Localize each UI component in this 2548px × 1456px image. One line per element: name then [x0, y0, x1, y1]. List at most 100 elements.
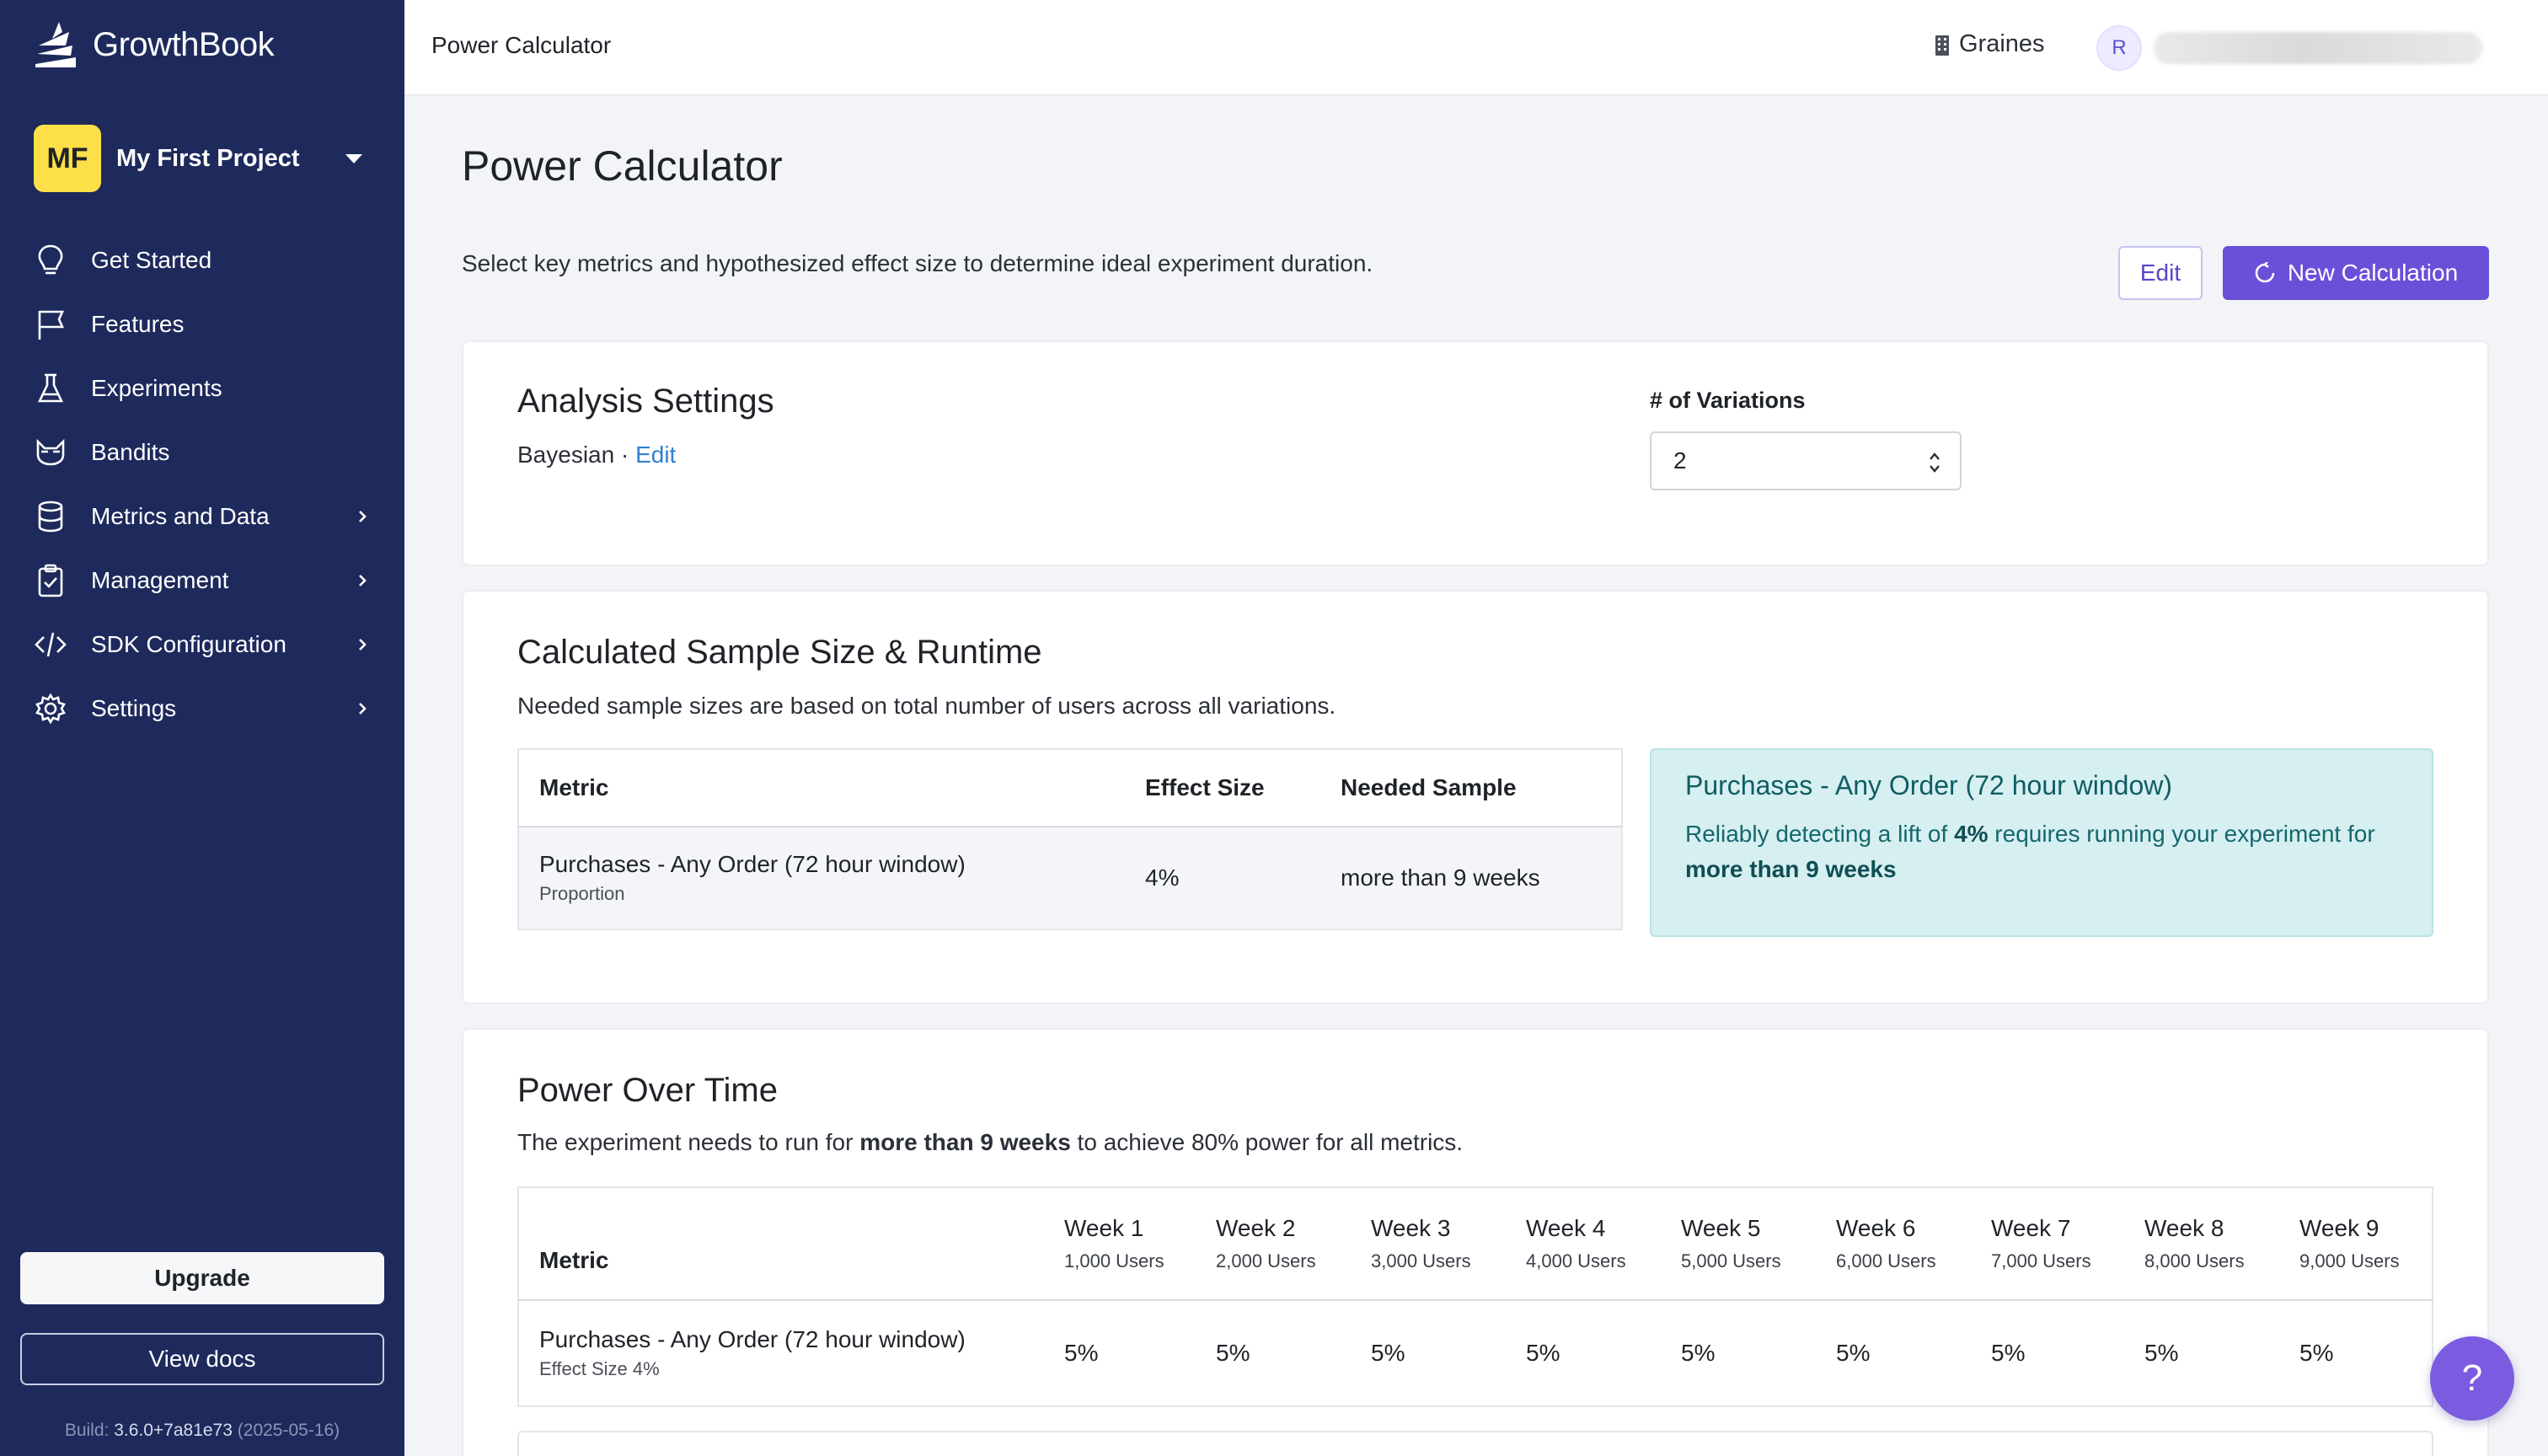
user-avatar[interactable]: R [2096, 25, 2142, 71]
view-docs-button[interactable]: View docs [20, 1333, 384, 1385]
analysis-edit-link[interactable]: Edit [635, 442, 676, 468]
callout-text-2: requires running your experiment for [1988, 821, 2375, 847]
sidebar-item-bandits[interactable]: Bandits [0, 420, 404, 484]
week-label: Week 9 [2299, 1215, 2379, 1241]
sidebar-item-label: Experiments [91, 375, 222, 401]
page-title: Power Calculator [462, 142, 783, 190]
growthbook-logo[interactable]: GrowthBook [34, 15, 275, 74]
sidebar-item-label: Metrics and Data [91, 503, 270, 529]
sample-size-table: Metric Effect Size Needed Sample Purchas… [517, 748, 1623, 930]
power-value-cell: 5% [1216, 1340, 1250, 1366]
power-value-cell: 5% [1681, 1340, 1716, 1366]
column-header-week-8: Week 8 8,000 Users [2144, 1187, 2299, 1301]
week-users: 9,000 Users [2299, 1250, 2400, 1271]
metric-name: Purchases - Any Order (72 hour window) [539, 1326, 966, 1352]
brand-name: GrowthBook [93, 25, 275, 63]
sidebar-item-features[interactable]: Features [0, 292, 404, 356]
sidebar-item-management[interactable]: Management [0, 549, 404, 613]
separator: · [614, 442, 636, 468]
column-header-effect-size: Effect Size [1125, 749, 1320, 827]
metric-name: Purchases - Any Order (72 hour window) [539, 851, 966, 877]
column-header-metric: Metric [518, 1187, 1064, 1301]
clipboard-icon [34, 564, 67, 597]
sidebar-item-sdk-configuration[interactable]: SDK Configuration [0, 613, 404, 677]
column-header-week-1: Week 1 1,000 Users [1064, 1187, 1216, 1301]
upgrade-button[interactable]: Upgrade [20, 1252, 384, 1304]
week-users: 7,000 Users [1991, 1250, 2091, 1271]
project-name: My First Project [116, 144, 300, 172]
top-bar: Power Calculator Graines R [404, 0, 2548, 96]
column-header-week-5: Week 5 5,000 Users [1681, 1187, 1836, 1301]
power-over-time-card: Power Over Time The experiment needs to … [462, 1028, 2489, 1456]
column-header-week-4: Week 4 4,000 Users [1526, 1187, 1681, 1301]
sidebar-item-label: SDK Configuration [91, 631, 286, 657]
effect-size-cell: 4% [1125, 827, 1320, 929]
project-selector[interactable]: MF My First Project [34, 125, 377, 192]
metric-cell: Purchases - Any Order (72 hour window) E… [518, 1300, 1064, 1406]
callout-body: Reliably detecting a lift of 4% requires… [1685, 816, 2398, 887]
column-header-metric: Metric [518, 749, 1125, 827]
sample-size-card: Calculated Sample Size & Runtime Needed … [462, 590, 2489, 1004]
flask-icon [34, 372, 67, 405]
power-value-cell: 5% [1371, 1340, 1405, 1366]
sidebar-item-experiments[interactable]: Experiments [0, 356, 404, 420]
week-label: Week 5 [1681, 1215, 1761, 1241]
week-label: Week 7 [1991, 1215, 2071, 1241]
week-label: Week 3 [1371, 1215, 1451, 1241]
project-avatar: MF [34, 125, 101, 192]
result-callout: Purchases - Any Order (72 hour window) R… [1650, 748, 2433, 937]
variations-input[interactable]: 2 [1650, 431, 1962, 490]
sidebar-item-metrics-and-data[interactable]: Metrics and Data [0, 484, 404, 549]
sidebar-item-label: Bandits [91, 439, 170, 465]
table-row: Purchases - Any Order (72 hour window) P… [518, 827, 1622, 929]
new-calculation-button[interactable]: New Calculation [2223, 246, 2489, 300]
database-icon [34, 500, 67, 533]
new-calculation-label: New Calculation [2287, 260, 2459, 286]
sidebar-item-label: Management [91, 567, 229, 593]
table-header-row: Metric Effect Size Needed Sample [518, 749, 1622, 827]
sidebar: GrowthBook MF My First Project Get Start… [0, 0, 404, 1456]
spinner-arrows-icon[interactable] [1928, 450, 1941, 475]
gear-icon [34, 692, 67, 725]
help-button[interactable]: ? [2430, 1336, 2514, 1421]
week-label: Week 8 [2144, 1215, 2224, 1241]
week-label: Week 6 [1836, 1215, 1916, 1241]
variations-label: # of Variations [1650, 388, 1806, 413]
week-users: 4,000 Users [1526, 1250, 1626, 1271]
chevron-right-icon [359, 639, 367, 650]
power-duration: more than 9 weeks [859, 1129, 1071, 1155]
power-text-1: The experiment needs to run for [517, 1129, 860, 1155]
edit-button[interactable]: Edit [2118, 246, 2203, 300]
analysis-engine: Bayesian [517, 442, 615, 468]
analysis-settings-title: Analysis Settings [517, 383, 774, 420]
chevron-right-icon [359, 511, 367, 522]
power-value-cell: 5% [1836, 1340, 1871, 1366]
column-header-week-7: Week 7 7,000 Users [1991, 1187, 2144, 1301]
organization-selector[interactable]: Graines [1934, 30, 2045, 58]
bandit-icon [34, 436, 67, 469]
week-users: 6,000 Users [1836, 1250, 1936, 1271]
build-date: (2025-05-16) [237, 1421, 340, 1440]
power-text-2: to achieve 80% power for all metrics. [1070, 1129, 1464, 1155]
sidebar-item-get-started[interactable]: Get Started [0, 228, 404, 292]
chevron-right-icon [359, 703, 367, 715]
column-header-week-6: Week 6 6,000 Users [1836, 1187, 1991, 1301]
code-icon [34, 628, 67, 661]
lightbulb-icon [34, 244, 67, 277]
chevron-right-icon [359, 575, 367, 586]
sample-size-title: Calculated Sample Size & Runtime [517, 634, 1042, 671]
sidebar-item-label: Settings [91, 695, 177, 721]
metric-cell: Purchases - Any Order (72 hour window) P… [518, 827, 1125, 929]
sidebar-nav: Get Started Features Experiments Bandits… [0, 228, 404, 741]
week-label: Week 2 [1216, 1215, 1296, 1241]
callout-title: Purchases - Any Order (72 hour window) [1685, 770, 2173, 800]
power-value-cell: 5% [1991, 1340, 2026, 1366]
power-summary: The experiment needs to run for more tha… [517, 1129, 1463, 1156]
sidebar-item-settings[interactable]: Settings [0, 677, 404, 741]
power-value-cell: 5% [1526, 1340, 1560, 1366]
build-info: Build: 3.6.0+7a81e73 (2025-05-16) [0, 1421, 404, 1441]
week-users: 1,000 Users [1064, 1250, 1164, 1271]
building-icon [1935, 35, 1949, 56]
needed-sample-cell: more than 9 weeks [1320, 827, 1622, 929]
metric-effect-size: Effect Size 4% [539, 1358, 660, 1379]
